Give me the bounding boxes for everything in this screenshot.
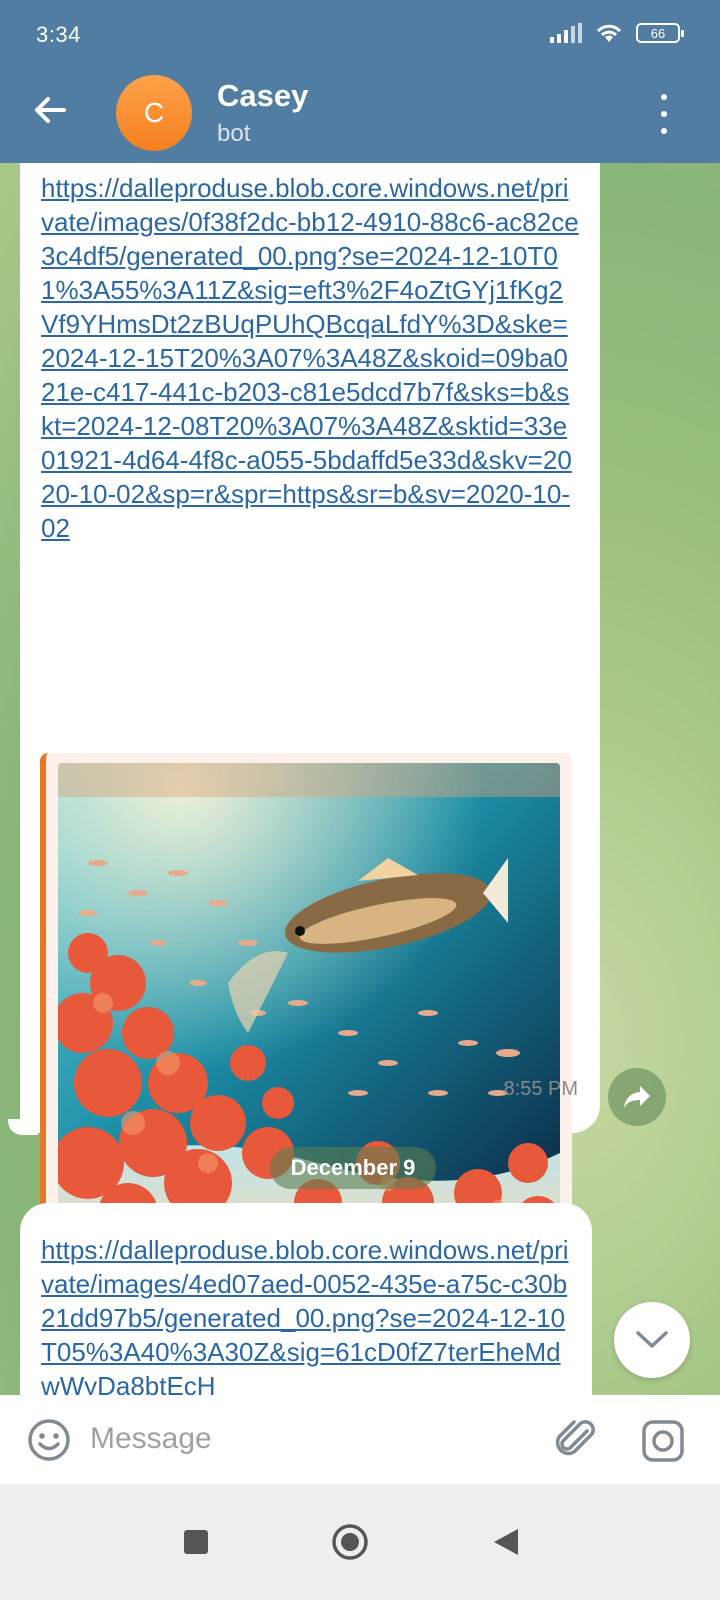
nav-home-icon bbox=[332, 1524, 368, 1560]
top-bar: 3:34 66 C Casey bot bbox=[0, 0, 720, 163]
wifi-icon bbox=[596, 24, 622, 42]
message-link[interactable]: https://dalleproduse.blob.core.windows.n… bbox=[41, 1233, 577, 1403]
message-composer bbox=[0, 1395, 720, 1484]
back-button[interactable] bbox=[28, 88, 72, 132]
message-input[interactable] bbox=[90, 1413, 530, 1465]
battery-indicator: 66 bbox=[636, 23, 684, 43]
message-time: 8:55 PM bbox=[503, 1078, 578, 1100]
message-bubble[interactable]: https://dalleproduse.blob.core.windows.n… bbox=[20, 163, 600, 1249]
camera-button[interactable] bbox=[641, 1419, 685, 1463]
status-icons: 66 bbox=[550, 22, 684, 44]
signal-icon bbox=[550, 23, 582, 43]
nav-home-button[interactable] bbox=[330, 1522, 370, 1562]
avatar[interactable]: C bbox=[116, 75, 192, 151]
nav-recents-icon bbox=[184, 1530, 208, 1554]
chevron-down-icon bbox=[636, 1331, 668, 1348]
scroll-down-button[interactable] bbox=[614, 1302, 690, 1378]
attach-button[interactable] bbox=[554, 1417, 600, 1463]
chat-area[interactable]: https://dalleproduse.blob.core.windows.n… bbox=[0, 163, 720, 1423]
back-arrow-icon bbox=[35, 97, 66, 123]
forward-icon bbox=[624, 1086, 650, 1108]
message-bubble[interactable]: https://dalleproduse.blob.core.windows.n… bbox=[20, 1203, 592, 1423]
system-nav-bar bbox=[0, 1484, 720, 1600]
chat-subtitle: bot bbox=[217, 120, 251, 147]
nav-back-button[interactable] bbox=[486, 1522, 526, 1562]
forward-button[interactable] bbox=[608, 1068, 666, 1126]
message-link[interactable]: https://dalleproduse.blob.core.windows.n… bbox=[41, 171, 579, 545]
date-separator: December 9 bbox=[270, 1147, 436, 1189]
paperclip-icon bbox=[555, 1420, 595, 1456]
emoji-button[interactable] bbox=[26, 1417, 72, 1463]
camera-icon bbox=[642, 1420, 684, 1462]
emoji-icon bbox=[28, 1419, 70, 1461]
more-options-button[interactable] bbox=[652, 94, 676, 134]
chat-title[interactable]: Casey bbox=[217, 78, 308, 114]
nav-recents-button[interactable] bbox=[176, 1522, 216, 1562]
status-time: 3:34 bbox=[36, 22, 81, 47]
more-vert-icon bbox=[661, 94, 667, 100]
nav-back-icon bbox=[494, 1529, 518, 1555]
